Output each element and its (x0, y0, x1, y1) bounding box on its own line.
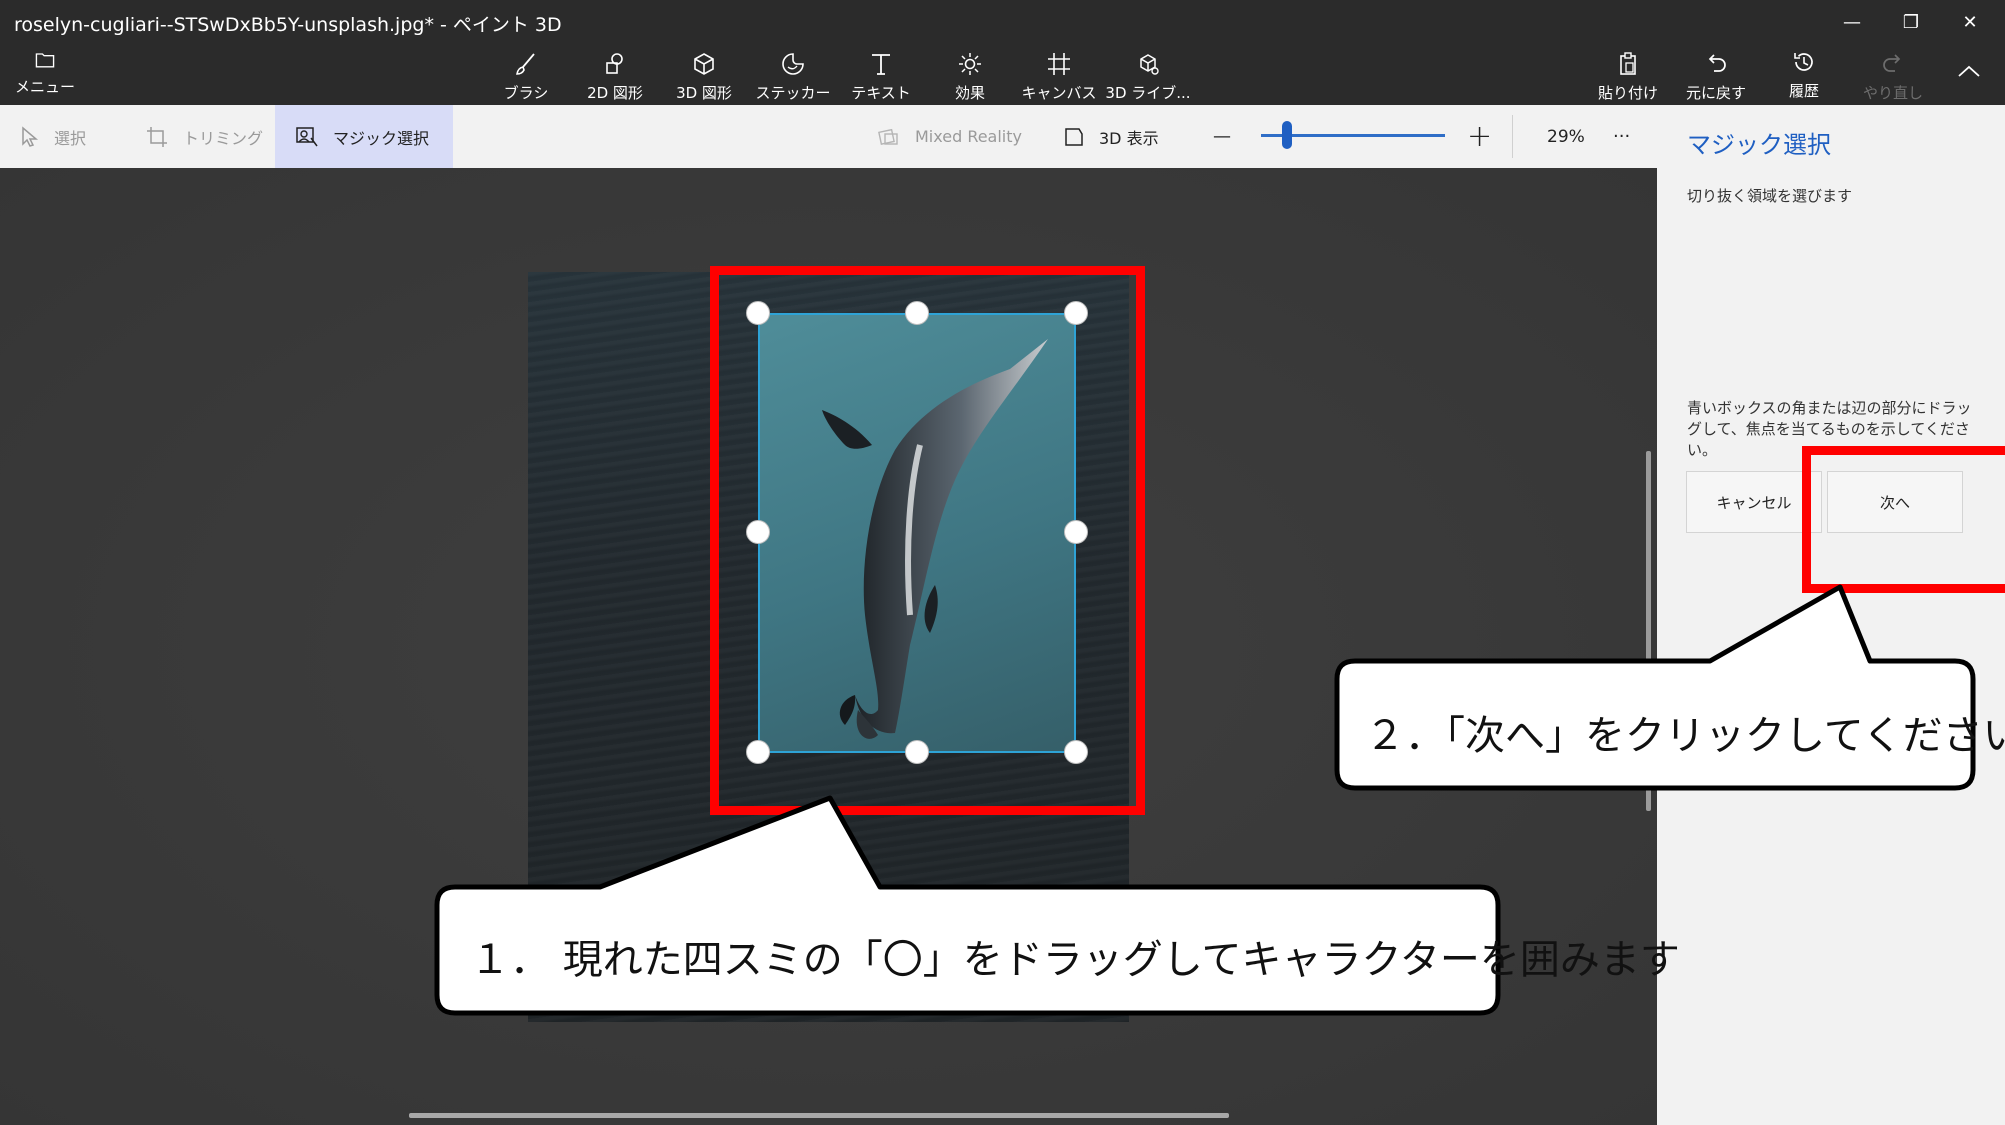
step1-callout: １． 現れた四スミの「〇」をドラッグしてキャラクターを囲みます (470, 937, 1680, 983)
step2-callout: ２．「次へ」をクリックしてください (1365, 713, 2005, 759)
